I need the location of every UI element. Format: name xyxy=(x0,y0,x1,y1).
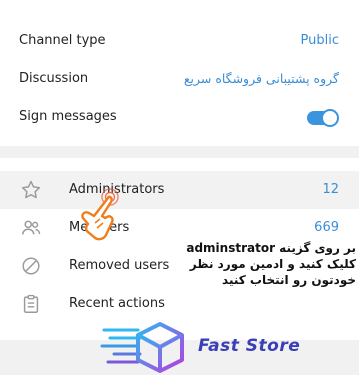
channel-settings-panel: Channel type Public Discussion گروه پشتی… xyxy=(0,0,359,146)
administrators-item[interactable]: Administrators 12 xyxy=(0,171,359,209)
sign-messages-toggle[interactable] xyxy=(307,109,339,127)
recent-actions-label: Recent actions xyxy=(69,296,165,311)
pointing-hand-icon xyxy=(81,188,119,241)
instruction-line-3: خودتون رو انتخاب کنید xyxy=(222,273,356,287)
discussion-value: گروه پشتیبانی فروشگاه سریع xyxy=(183,71,339,86)
block-icon xyxy=(22,257,40,275)
channel-type-row[interactable]: Channel type Public xyxy=(0,24,359,60)
channel-type-label: Channel type xyxy=(19,33,106,48)
instruction-line-1: بر روی گزینه adminstrator xyxy=(186,241,356,255)
removed-users-label: Removed users xyxy=(69,258,170,273)
discussion-label: Discussion xyxy=(19,71,89,86)
star-icon xyxy=(21,180,41,199)
sign-messages-label: Sign messages xyxy=(19,109,117,124)
instruction-annotation: بر روی گزینه adminstrator کلیک کنید و اد… xyxy=(176,240,356,288)
brand-name: Fast Store xyxy=(198,336,301,356)
instruction-line-2: کلیک کنید و ادمین مورد نظر xyxy=(189,257,356,271)
administrators-count: 12 xyxy=(322,182,339,197)
people-icon xyxy=(22,220,41,235)
discussion-row[interactable]: Discussion گروه پشتیبانی فروشگاه سریع xyxy=(0,62,359,98)
channel-type-value: Public xyxy=(300,33,339,48)
sign-messages-row[interactable]: Sign messages xyxy=(0,100,359,136)
clipboard-icon xyxy=(23,294,39,313)
members-count: 669 xyxy=(314,220,339,235)
toggle-knob xyxy=(321,109,339,127)
fast-store-logo-icon xyxy=(100,322,184,373)
recent-actions-item[interactable]: Recent actions xyxy=(0,285,359,323)
